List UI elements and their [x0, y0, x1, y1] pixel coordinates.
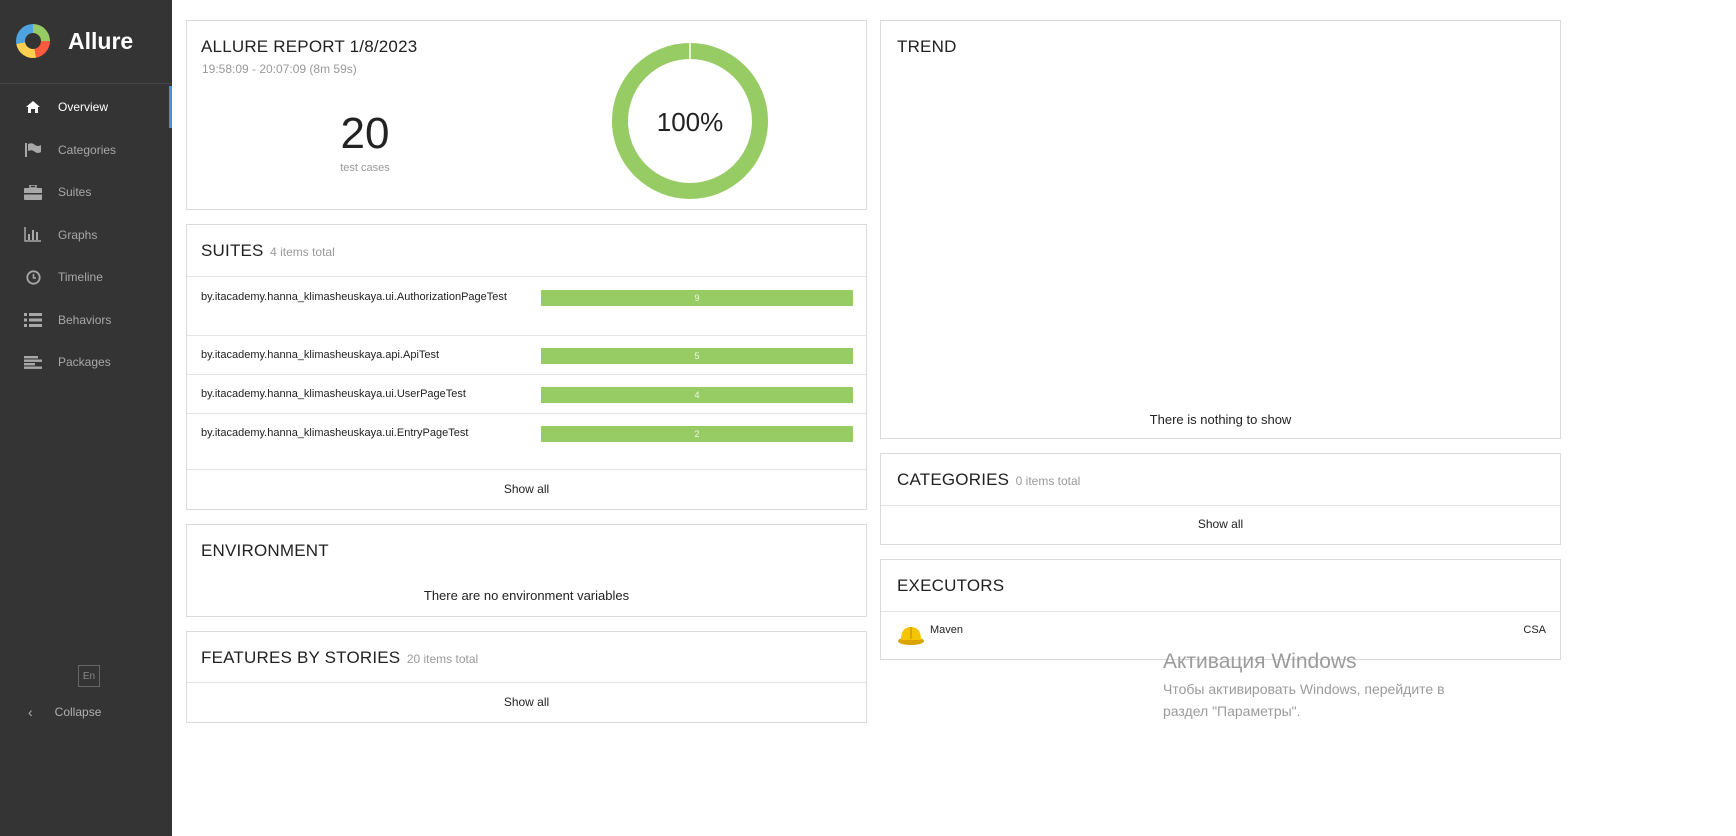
sidebar-item-behaviors[interactable]: Behaviors [0, 299, 172, 342]
suite-name: by.itacademy.hanna_klimasheuskaya.ui.Ent… [201, 427, 469, 439]
features-show-all-link[interactable]: Show all [187, 682, 866, 722]
suites-count: 4 items total [270, 245, 335, 259]
suite-passed-bar: 2 [541, 426, 853, 442]
sidebar-item-graphs[interactable]: Graphs [0, 214, 172, 257]
categories-count: 0 items total [1015, 474, 1081, 488]
features-widget: FEATURES BY STORIES 20 items total Show … [186, 631, 867, 723]
language-switch[interactable]: En [78, 665, 100, 687]
sidebar-item-label: Timeline [58, 270, 103, 285]
test-case-count-label: test cases [340, 162, 390, 174]
flag-icon [24, 141, 42, 159]
sidebar-item-label: Behaviors [58, 312, 112, 327]
align-left-icon [24, 353, 42, 371]
sidebar-item-overview[interactable]: Overview [0, 86, 172, 129]
watermark-title: Активация Windows [1163, 650, 1357, 673]
suite-row[interactable]: by.itacademy.hanna_klimasheuskaya.ui.Ent… [187, 413, 866, 471]
sidebar-item-suites[interactable]: Suites [0, 171, 172, 214]
suites-title: SUITES [201, 241, 264, 260]
sidebar-item-label: Packages [58, 355, 111, 370]
report-time-range: 19:58:09 - 20:07:09 (8m 59s) [202, 62, 357, 76]
executor-name: Maven [930, 624, 964, 636]
watermark-line-2: раздел "Параметры". [1163, 703, 1301, 719]
windows-activation-watermark: Активация Windows Чтобы активировать Win… [1163, 650, 1445, 722]
clock-icon [24, 268, 42, 286]
executors-widget: EXECUTORS Maven CSA [880, 559, 1561, 660]
sidebar-item-label: Overview [58, 100, 109, 115]
sidebar-item-timeline[interactable]: Timeline [0, 256, 172, 299]
chevron-left-icon: ‹ [28, 704, 33, 720]
list-icon [24, 311, 42, 329]
environment-empty-text: There are no environment variables [423, 588, 630, 603]
report-title: ALLURE REPORT 1/8/2023 [201, 37, 418, 56]
home-icon [24, 98, 42, 116]
briefcase-icon [24, 183, 42, 201]
sidebar-nav: Overview Categories Suites Graphs Timeli… [0, 86, 172, 384]
trend-title: TREND [897, 37, 957, 56]
suite-passed-bar: 9 [541, 290, 853, 306]
sidebar-item-label: Graphs [58, 227, 98, 242]
trend-widget: TREND There is nothing to show [880, 20, 1561, 439]
suite-row[interactable]: by.itacademy.hanna_klimasheuskaya.api.Ap… [187, 335, 866, 374]
categories-show-all-link[interactable]: Show all [881, 505, 1560, 544]
brand[interactable]: Allure [16, 24, 133, 58]
categories-widget: CATEGORIES 0 items total Show all [880, 453, 1561, 545]
features-title: FEATURES BY STORIES [201, 648, 401, 667]
trend-empty-text: There is nothing to show [1149, 412, 1292, 427]
features-count: 20 items total [406, 652, 479, 666]
hard-hat-icon [898, 627, 924, 645]
categories-header[interactable]: CATEGORIES 0 items total [897, 470, 1080, 490]
features-header[interactable]: FEATURES BY STORIES 20 items total [201, 648, 478, 668]
suite-passed-bar: 5 [541, 348, 853, 364]
sidebar-item-label: Categories [58, 142, 117, 157]
test-case-count: 20 [340, 109, 390, 158]
suites-header[interactable]: SUITES 4 items total [201, 241, 335, 261]
executors-title: EXECUTORS [897, 576, 1005, 595]
environment-widget: ENVIRONMENT There are no environment var… [186, 524, 867, 617]
divider [0, 83, 172, 84]
sidebar-item-label: Suites [58, 185, 92, 200]
suites-show-all-link[interactable]: Show all [187, 469, 866, 509]
bar-chart-icon [24, 226, 42, 244]
collapse-button[interactable]: ‹ Collapse [28, 704, 101, 720]
collapse-label: Collapse [54, 705, 102, 719]
suite-row[interactable]: by.itacademy.hanna_klimasheuskaya.ui.Aut… [187, 276, 866, 335]
sidebar-item-categories[interactable]: Categories [0, 129, 172, 172]
sidebar: Allure Overview Categories Suites Graphs… [0, 0, 172, 836]
allure-logo-icon [16, 24, 50, 58]
suite-name: by.itacademy.hanna_klimasheuskaya.ui.Aut… [201, 291, 507, 303]
pass-rate-label: 100% [656, 107, 724, 137]
summary-widget: ALLURE REPORT 1/8/2023 19:58:09 - 20:07:… [186, 20, 867, 210]
environment-title: ENVIRONMENT [201, 541, 329, 560]
executor-build: CSA [1523, 624, 1546, 636]
suite-name: by.itacademy.hanna_klimasheuskaya.ui.Use… [201, 388, 466, 400]
watermark-line-1: Чтобы активировать Windows, перейдите в [1163, 681, 1445, 697]
suite-row[interactable]: by.itacademy.hanna_klimasheuskaya.ui.Use… [187, 374, 866, 413]
suites-widget: SUITES 4 items total by.itacademy.hanna_… [186, 224, 867, 510]
suite-name: by.itacademy.hanna_klimasheuskaya.api.Ap… [201, 349, 440, 361]
sidebar-item-packages[interactable]: Packages [0, 341, 172, 384]
suite-passed-bar: 4 [541, 387, 853, 403]
categories-title: CATEGORIES [897, 470, 1010, 489]
app-name: Allure [68, 27, 134, 54]
